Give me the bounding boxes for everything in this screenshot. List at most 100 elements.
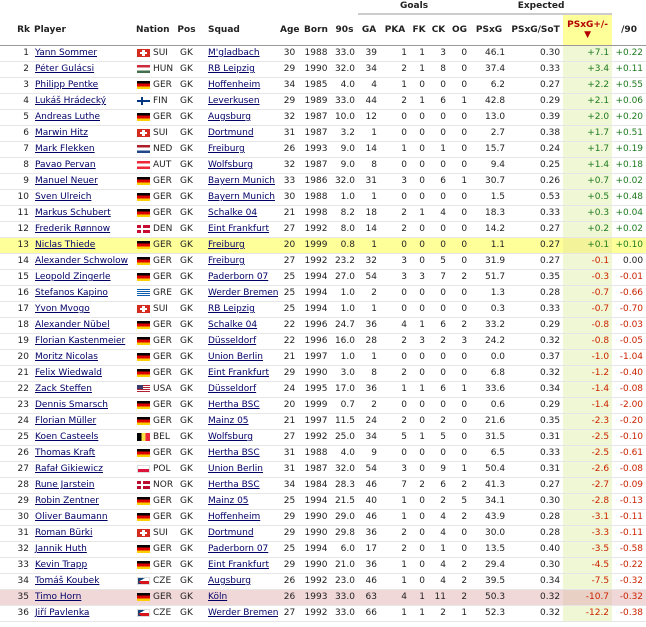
player-link[interactable]: Yann Sommer [35, 48, 97, 58]
squad-link[interactable]: Werder Bremen [208, 288, 278, 298]
col-ck[interactable]: CK [428, 14, 449, 46]
player-link[interactable]: Mark Flekken [35, 144, 95, 154]
squad-link[interactable]: Dortmund [208, 528, 254, 538]
rank-cell: 25 [0, 429, 32, 446]
squad-link[interactable]: Paderborn 07 [208, 272, 268, 282]
player-link[interactable]: Frederik Rønnow [35, 224, 110, 234]
player-link[interactable]: Alexander Nübel [35, 320, 110, 330]
col-90s[interactable]: 90s [331, 14, 358, 46]
squad-link[interactable]: Dortmund [208, 128, 254, 138]
squad-link[interactable]: Eint Frankfurt [208, 224, 269, 234]
col-psxg-sot[interactable]: PSxG/SoT [508, 14, 564, 46]
player-link[interactable]: Alexander Schwolow [35, 256, 128, 266]
player-link[interactable]: Roman Bürki [35, 528, 93, 538]
nation-cell: GER [134, 253, 175, 270]
squad-link[interactable]: Schalke 04 [208, 320, 257, 330]
col-psxg[interactable]: PSxG [470, 14, 509, 46]
player-link[interactable]: Stefanos Kapino [35, 288, 108, 298]
squad-link[interactable]: Wolfsburg [208, 160, 253, 170]
pka-cell: 2 [380, 413, 410, 430]
col-squad[interactable]: Squad [198, 14, 278, 46]
player-link[interactable]: Niclas Thiede [35, 240, 95, 250]
col-pka[interactable]: PKA [380, 14, 410, 46]
nation-cell: USA [134, 381, 175, 398]
nation-cell: GER [134, 589, 175, 606]
squad-link[interactable]: Hertha BSC [208, 480, 260, 490]
col-born[interactable]: Born [301, 14, 331, 46]
player-link[interactable]: Philipp Pentke [35, 80, 98, 90]
player-link[interactable]: Tomáš Koubek [35, 576, 99, 586]
player-link[interactable]: Jiří Pavlenka [35, 608, 89, 618]
player-link[interactable]: Timo Horn [35, 592, 81, 602]
player-link[interactable]: Yvon Mvogo [35, 304, 90, 314]
squad-link[interactable]: RB Leipzig [208, 304, 255, 314]
squad-link[interactable]: RB Leipzig [208, 64, 255, 74]
squad-link[interactable]: Paderborn 07 [208, 544, 268, 554]
squad-link[interactable]: Hoffenheim [208, 512, 260, 522]
player-link[interactable]: Pavao Pervan [35, 160, 96, 170]
squad-cell: Schalke 04 [198, 205, 278, 222]
goals-against-cell: 66 [358, 605, 380, 622]
squad-link[interactable]: Eint Frankfurt [208, 560, 269, 570]
squad-link[interactable]: Freiburg [208, 240, 245, 250]
squad-link[interactable]: Köln [208, 592, 227, 602]
player-link[interactable]: Péter Gulácsi [35, 64, 94, 74]
col-fk[interactable]: FK [410, 14, 428, 46]
player-link[interactable]: Thomas Kraft [35, 448, 95, 458]
player-link[interactable]: Felix Wiedwald [35, 368, 102, 378]
player-link[interactable]: Markus Schubert [35, 208, 111, 218]
col-ga[interactable]: GA [358, 14, 380, 46]
col-rk[interactable]: Rk [0, 14, 32, 46]
player-link[interactable]: Rune Jarstein [35, 480, 94, 490]
player-link[interactable]: Jannik Huth [35, 544, 87, 554]
squad-link[interactable]: Union Berlin [208, 464, 263, 474]
squad-link[interactable]: Mainz 05 [208, 416, 249, 426]
squad-link[interactable]: Bayern Munich [208, 176, 275, 186]
col-pos[interactable]: Pos [175, 14, 198, 46]
player-link[interactable]: Florian Müller [35, 416, 96, 426]
squad-link[interactable]: Wolfsburg [208, 432, 253, 442]
squad-link[interactable]: Bayern Munich [208, 192, 275, 202]
squad-link[interactable]: Hoffenheim [208, 80, 260, 90]
player-link[interactable]: Marwin Hitz [35, 128, 88, 138]
squad-link[interactable]: Augsburg [208, 112, 251, 122]
col-per90[interactable]: /90 [612, 14, 646, 46]
player-link[interactable]: Manuel Neuer [35, 176, 98, 186]
player-link[interactable]: Andreas Luthe [35, 112, 100, 122]
col-age[interactable]: Age [278, 14, 301, 46]
squad-link[interactable]: Mainz 05 [208, 496, 249, 506]
rank-cell: 31 [0, 525, 32, 542]
player-link[interactable]: Florian Kastenmeier [35, 336, 125, 346]
player-link[interactable]: Lukáš Hrádecký [35, 96, 106, 106]
col-og[interactable]: OG [449, 14, 471, 46]
player-link[interactable]: Dennis Smarsch [35, 400, 108, 410]
col-nation[interactable]: Nation [134, 14, 175, 46]
squad-link[interactable]: Düsseldorf [208, 384, 256, 394]
squad-link[interactable]: Düsseldorf [208, 336, 256, 346]
player-link[interactable]: Rafał Gikiewicz [35, 464, 103, 474]
player-link[interactable]: Leopold Zingerle [35, 272, 111, 282]
squad-link[interactable]: M'gladbach [208, 48, 260, 58]
player-link[interactable]: Sven Ulreich [35, 192, 91, 202]
player-link[interactable]: Moritz Nicolas [35, 352, 98, 362]
squad-link[interactable]: Hertha BSC [208, 400, 260, 410]
player-link[interactable]: Robin Zentner [35, 496, 99, 506]
player-link[interactable]: Kevin Trapp [35, 560, 87, 570]
squad-link[interactable]: Freiburg [208, 144, 245, 154]
player-link[interactable]: Oliver Baumann [35, 512, 108, 522]
squad-link[interactable]: Eint Frankfurt [208, 368, 269, 378]
squad-link[interactable]: Augsburg [208, 576, 251, 586]
squad-link[interactable]: Leverkusen [208, 96, 260, 106]
player-link[interactable]: Koen Casteels [35, 432, 98, 442]
squad-link[interactable]: Union Berlin [208, 352, 263, 362]
squad-link[interactable]: Werder Bremen [208, 608, 278, 618]
player-link[interactable]: Zack Steffen [35, 384, 92, 394]
col-psxg-plus-minus[interactable]: PSxG+/- ▼ [563, 14, 613, 46]
squad-link[interactable]: Hertha BSC [208, 448, 260, 458]
position-cell: GK [175, 221, 198, 238]
squad-link[interactable]: Schalke 04 [208, 208, 257, 218]
squad-link[interactable]: Freiburg [208, 256, 245, 266]
col-player[interactable]: Player [32, 14, 134, 46]
per90-cell: +0.55 [612, 77, 646, 94]
per90-cell: -0.08 [612, 461, 646, 478]
